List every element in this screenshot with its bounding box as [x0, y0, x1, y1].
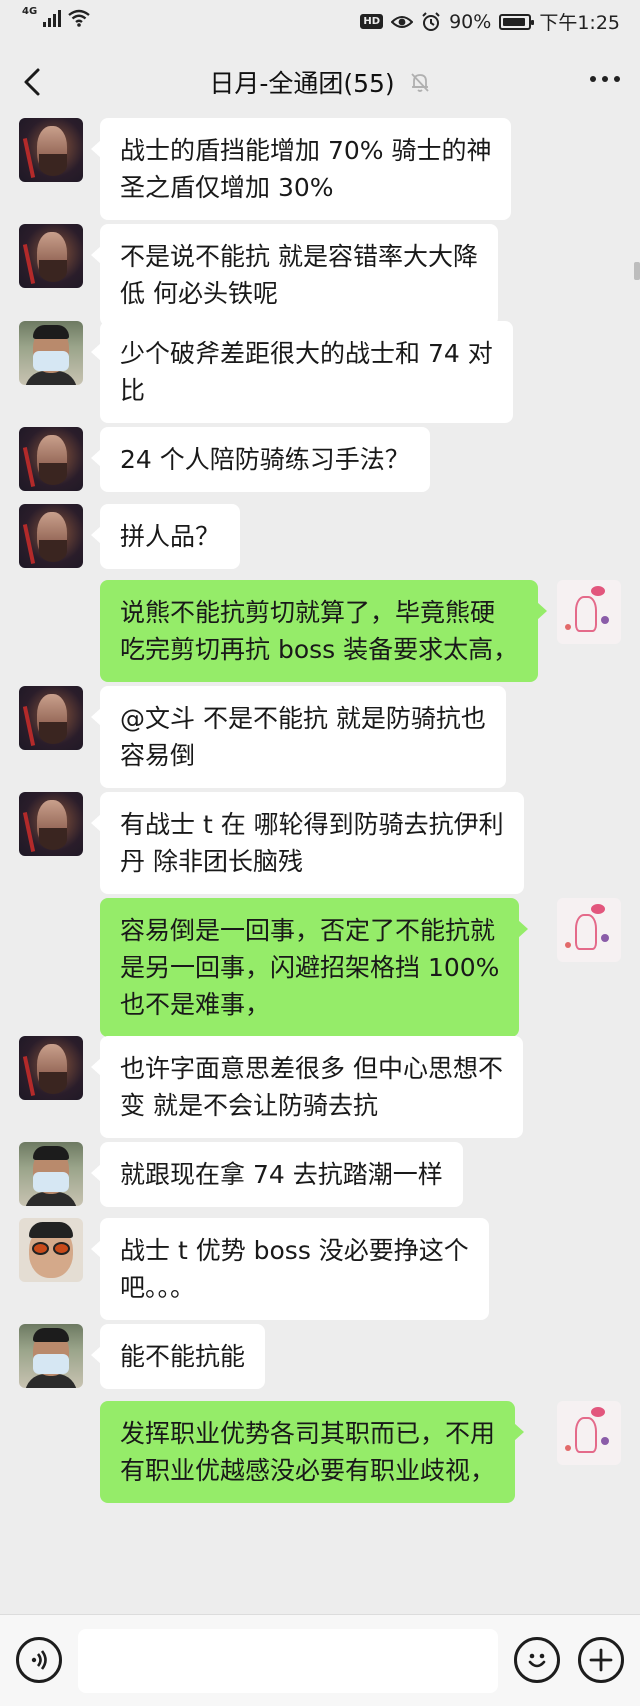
message-input[interactable] — [78, 1629, 498, 1693]
voice-icon — [31, 1650, 47, 1670]
avatar[interactable] — [19, 1142, 83, 1206]
message-bubble[interactable]: 也许字面意思差很多 但中心思想不 变 就是不会让防骑去抗 — [91, 1036, 523, 1138]
message-bubble[interactable]: 说熊不能抗剪切就算了，毕竟熊硬 吃完剪切再抗 boss 装备要求太高， — [100, 580, 548, 682]
message-list[interactable]: 战士的盾挡能增加 70% 骑士的神 圣之盾仅增加 30% 不是说不能抗 就是容错… — [0, 118, 640, 1614]
signal-group: 4G — [22, 5, 91, 27]
message-bubble[interactable]: 拼人品？ — [90, 504, 241, 569]
status-bar: 4G HD 90% 下午1:25 — [0, 0, 640, 46]
scrollbar[interactable] — [634, 262, 640, 280]
input-bar — [0, 1614, 640, 1706]
more-button[interactable] — [590, 76, 620, 82]
signal-icon — [43, 9, 62, 27]
message-bubble[interactable]: 战士的盾挡能增加 70% 骑士的神 圣之盾仅增加 30% — [90, 118, 512, 220]
status-right: HD 90% 下午1:25 — [360, 8, 620, 35]
avatar[interactable] — [19, 504, 83, 568]
hd-badge: HD — [360, 14, 384, 29]
avatar[interactable] — [19, 321, 83, 385]
clock: 下午1:25 — [539, 12, 620, 34]
avatar[interactable] — [557, 898, 621, 962]
nav-bar: 日月-全通团(55) — [0, 46, 640, 118]
emoji-icon — [528, 1653, 546, 1668]
avatar[interactable] — [557, 1401, 621, 1465]
message-bubble[interactable]: 能不能抗能 — [90, 1324, 266, 1389]
ellipsis-icon — [590, 76, 596, 82]
plus-button[interactable] — [578, 1637, 624, 1683]
message-bubble[interactable]: 24 个人陪防骑练习手法？ — [91, 427, 430, 492]
message-bubble[interactable]: 发挥职业优势各司其职而已，不用 有职业优越感没必要有职业歧视， — [100, 1401, 525, 1503]
battery-icon — [499, 13, 535, 30]
message-bubble[interactable]: 不是说不能抗 就是容错率大大降 低 何必头铁呢 — [91, 224, 498, 326]
message-bubble[interactable]: 容易倒是一回事，否定了不能抗就 是另一回事，闪避招架格挡 100% 也不是难事， — [100, 898, 529, 1037]
plus-icon — [589, 1648, 613, 1672]
eye-icon — [391, 15, 414, 28]
chat-screen: 4G HD 90% 下午1:25 日月-全通团(55) 战士的盾挡能增加 70%… — [0, 0, 640, 1706]
message-bubble[interactable]: @文斗 不是不能抗 就是防骑抗也 容易倒 — [91, 686, 506, 788]
avatar[interactable] — [19, 1324, 83, 1388]
group-name: 日月-全通团(55) — [209, 69, 395, 98]
avatar[interactable] — [19, 118, 83, 182]
avatar[interactable] — [557, 580, 621, 644]
message-bubble[interactable]: 少个破斧差距很大的战士和 74 对 比 — [91, 321, 513, 423]
emoji-button[interactable] — [514, 1637, 560, 1683]
avatar[interactable] — [19, 1218, 83, 1282]
wifi-icon — [68, 9, 90, 27]
bell-off-icon — [411, 73, 429, 92]
chat-title: 日月-全通团(55) — [0, 64, 640, 100]
avatar[interactable] — [19, 224, 83, 288]
message-bubble[interactable]: 有战士 t 在 哪轮得到防骑去抗伊利 丹 除非团长脑残 — [91, 792, 524, 894]
message-bubble[interactable]: 战士 t 优势 boss 没必要挣这个 吧。。。 — [91, 1218, 489, 1320]
avatar[interactable] — [19, 1036, 83, 1100]
avatar[interactable] — [19, 686, 83, 750]
network-type: 4G — [22, 5, 38, 17]
voice-button[interactable] — [16, 1637, 62, 1683]
avatar[interactable] — [19, 427, 83, 491]
message-bubble[interactable]: 就跟现在拿 74 去抗踏潮一样 — [91, 1142, 463, 1207]
alarm-icon — [422, 11, 440, 31]
avatar[interactable] — [19, 792, 83, 856]
battery-percent: 90% — [449, 10, 492, 33]
